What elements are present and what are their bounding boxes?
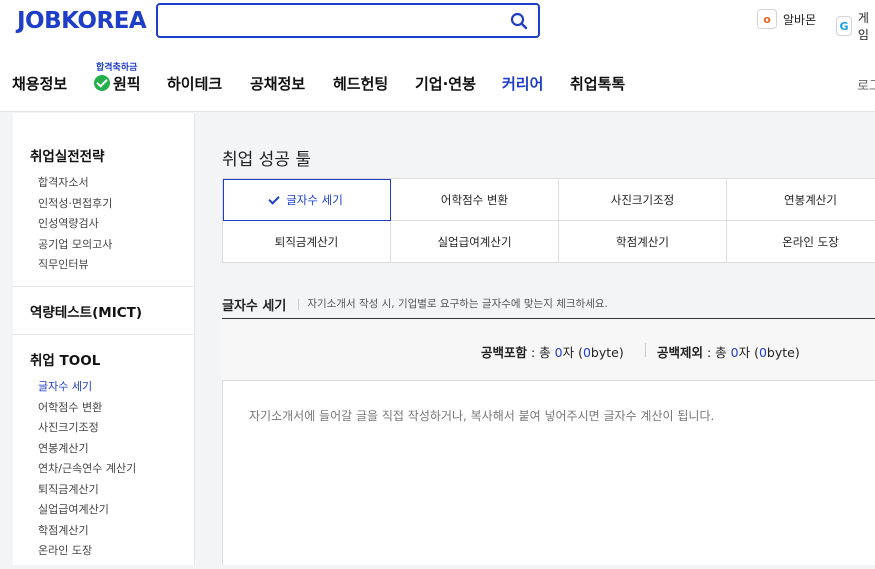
nav-item-company-salary[interactable]: 기업·연봉	[415, 73, 476, 94]
tool-photo-resize[interactable]: 사진크기조정	[559, 179, 727, 221]
page-title: 취업 성공 툴	[222, 150, 312, 170]
sidebar-item-online-stamp[interactable]: 온라인 도장	[13, 541, 194, 562]
nav-item-jobs[interactable]: 채용정보	[12, 73, 67, 94]
count-label: 공백제외	[657, 345, 704, 360]
search-input[interactable]	[166, 10, 496, 32]
sidebar-item-char-count[interactable]: 글자수 세기	[13, 377, 194, 398]
count-text: byte)	[590, 345, 624, 360]
count-with-space: 공백포함 : 총 0자 (0byte)	[481, 342, 624, 361]
wonpick-badge: 합격축하금	[96, 63, 138, 73]
nav-item-public[interactable]: 공채정보	[250, 73, 305, 94]
count-text: 자 (	[562, 345, 583, 360]
sidebar: 취업실전전략 합격자소서 인적성·면접후기 인성역량검사 공기업 모의고사 직무…	[13, 113, 195, 565]
tool-gpa-calc[interactable]: 학점계산기	[559, 221, 727, 263]
nav-item-wonpick[interactable]: 원픽	[94, 73, 141, 94]
sidebar-section-tools: 취업 TOOL 글자수 세기 어학점수 변환 사진크기조정 연봉계산기 연차/근…	[13, 335, 194, 562]
game-icon: G	[836, 16, 852, 36]
game-link[interactable]: G 게임	[836, 9, 875, 43]
site-header: JOBKOREA o 알바몬 G 게임 채용정보 합격축하금 원픽 하이테크 공…	[0, 0, 875, 112]
sidebar-item-mict[interactable]: 역량테스트(MICT)	[13, 301, 194, 321]
count-panel: 공백포함 : 총 0자 (0byte) 공백제외 : 총 0자 (0byte)	[222, 319, 875, 381]
sidebar-section-mict: 역량테스트(MICT)	[13, 287, 194, 335]
section-title: 글자수 세기	[222, 299, 287, 314]
count-text: byte)	[766, 345, 800, 360]
sidebar-item-photo-resize[interactable]: 사진크기조정	[13, 418, 194, 439]
sidebar-title: 취업 TOOL	[30, 353, 101, 369]
tool-salary-calc[interactable]: 연봉계산기	[727, 179, 875, 221]
search-icon[interactable]	[510, 12, 528, 30]
char-count-value: 0	[730, 345, 739, 360]
count-text: 자 (	[738, 345, 759, 360]
tool-lang-score[interactable]: 어학점수 변환	[391, 179, 559, 221]
login-link[interactable]: 로그	[857, 75, 875, 94]
jobkorea-logo[interactable]: JOBKOREA	[17, 8, 147, 34]
char-count-value: 0	[554, 345, 563, 360]
sidebar-item-mock-test[interactable]: 공기업 모의고사	[13, 235, 194, 256]
tool-online-stamp[interactable]: 온라인 도장	[727, 221, 875, 263]
albamon-label: 알바몬	[783, 12, 817, 27]
albamon-icon: o	[757, 9, 777, 29]
count-without-space: 공백제외 : 총 0자 (0byte)	[657, 342, 800, 361]
tool-label: 글자수 세기	[286, 193, 343, 207]
sidebar-item-leave-calc[interactable]: 연차/근속연수 계산기	[13, 459, 194, 480]
albamon-link[interactable]: o 알바몬	[757, 9, 816, 29]
check-circle-icon	[94, 75, 110, 91]
tool-char-count[interactable]: 글자수 세기	[223, 179, 391, 221]
count-text: : 총	[703, 345, 731, 360]
tool-grid: 글자수 세기 어학점수 변환 사진크기조정 연봉계산기 퇴직금계산기 실업급여계…	[222, 178, 875, 263]
sidebar-item-salary-calc[interactable]: 연봉계산기	[13, 439, 194, 460]
byte-count-value: 0	[758, 345, 767, 360]
check-icon	[268, 192, 280, 205]
tool-unemployment-calc[interactable]: 실업급여계산기	[391, 221, 559, 263]
main-nav: 채용정보 합격축하금 원픽 하이테크 공채정보 헤드헌팅 기업·연봉 커리어 취…	[0, 60, 875, 106]
count-label: 공백포함	[481, 345, 528, 360]
text-area-wrapper	[222, 381, 875, 565]
count-text: : 총	[527, 345, 555, 360]
sidebar-item-unemployment-calc[interactable]: 실업급여계산기	[13, 500, 194, 521]
nav-item-talk[interactable]: 취업톡톡	[570, 73, 625, 94]
main-content: 취업 성공 툴 글자수 세기 어학점수 변환 사진크기조정 연봉계산기 퇴직금계…	[196, 113, 875, 565]
sidebar-item-gpa-calc[interactable]: 학점계산기	[13, 521, 194, 542]
nav-item-headhunting[interactable]: 헤드헌팅	[333, 73, 388, 94]
sidebar-item-interview[interactable]: 인적성·면접후기	[13, 194, 194, 215]
nav-item-wonpick-label: 원픽	[113, 75, 141, 93]
count-divider	[645, 343, 646, 357]
game-label: 게임	[857, 11, 869, 42]
section-header: 글자수 세기 자기소개서 작성 시, 기업별로 요구하는 글자수에 맞는지 체크…	[222, 291, 875, 319]
sidebar-section-strategy: 취업실전전략 합격자소서 인적성·면접후기 인성역량검사 공기업 모의고사 직무…	[13, 113, 194, 287]
text-input[interactable]	[223, 381, 875, 565]
sidebar-title: 취업실전전략	[30, 149, 105, 165]
tool-severance-calc[interactable]: 퇴직금계산기	[223, 221, 391, 263]
nav-item-hightech[interactable]: 하이테크	[167, 73, 222, 94]
nav-item-career[interactable]: 커리어	[502, 73, 543, 94]
sidebar-item-resume[interactable]: 합격자소서	[13, 173, 194, 194]
byte-count-value: 0	[582, 345, 591, 360]
sidebar-item-severance-calc[interactable]: 퇴직금계산기	[13, 480, 194, 501]
sidebar-item-job-interview[interactable]: 직무인터뷰	[13, 255, 194, 276]
sidebar-item-aptitude[interactable]: 인성역량검사	[13, 214, 194, 235]
sidebar-item-lang-score[interactable]: 어학점수 변환	[13, 398, 194, 419]
search-box[interactable]	[156, 3, 540, 38]
section-description: 자기소개서 작성 시, 기업별로 요구하는 글자수에 맞는지 체크하세요.	[298, 299, 608, 310]
